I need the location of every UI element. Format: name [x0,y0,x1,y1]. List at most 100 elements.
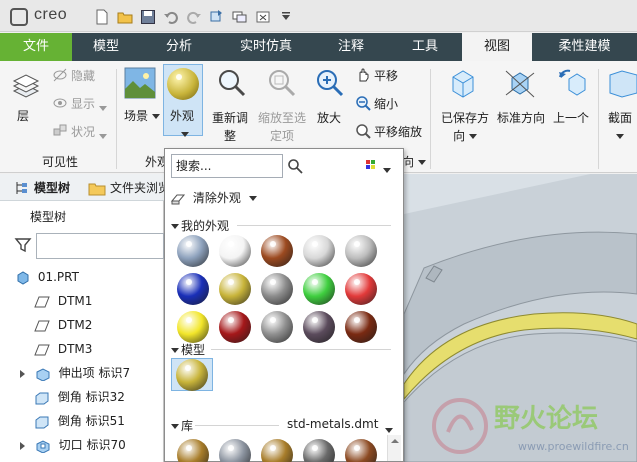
view-options-icon[interactable] [365,159,381,173]
tree-filter-input[interactable] [36,233,164,259]
appearance-swatch[interactable] [345,273,377,305]
library-appearance-swatch[interactable] [219,439,251,462]
show-dropdown-icon[interactable] [99,101,107,115]
show-button[interactable]: 显示 [71,95,95,112]
tree-item-cut-70[interactable]: 切口 标识70 [20,434,126,456]
appearance-sphere-icon[interactable] [167,68,199,100]
tree-item-dtm2[interactable]: DTM2 [34,314,92,336]
redo-icon[interactable] [186,9,202,25]
filter-icon[interactable] [14,236,32,254]
library-appearance-swatch[interactable] [177,439,209,462]
search-icon[interactable] [287,158,303,174]
pan-button[interactable]: 平移 [374,67,398,84]
tab-annotate[interactable]: 注释 [314,33,388,61]
appearance-swatch[interactable] [345,311,377,343]
layers-icon[interactable] [10,71,42,103]
scroll-up-icon[interactable] [388,436,402,446]
status-button[interactable]: 状况 [71,123,95,140]
view-options-dropdown-icon[interactable] [383,163,391,177]
hide-button[interactable]: 隐藏 [71,67,95,84]
layers-button[interactable]: 层 [17,107,29,124]
appearance-swatch[interactable] [303,311,335,343]
creo-logo: creo [10,6,84,28]
library-appearance-swatch[interactable] [303,439,335,462]
standard-orientation-button[interactable]: 标准方向 [497,109,545,126]
tab-model[interactable]: 模型 [72,33,140,61]
library-appearance-swatch[interactable] [261,439,293,462]
zoom-out-icon [356,96,371,111]
zoom-in-button[interactable]: 放大 [317,109,341,126]
clear-appearance-button[interactable]: 清除外观 [170,189,257,206]
appearance-gallery-popup: 搜索... 清除外观 我的外观 模型 库 std-metals.dmt [164,148,404,462]
tree-item-extrude-7[interactable]: 伸出项 标识7 [20,362,130,384]
library-file-select[interactable]: std-metals.dmt [287,417,378,431]
chamfer-feature-icon [35,392,49,404]
appearance-dropdown-icon[interactable] [181,127,189,141]
expand-arrow-icon[interactable] [20,441,25,450]
standard-orientation-icon[interactable] [504,67,536,99]
popup-scrollbar[interactable] [387,435,401,461]
reorient-icon[interactable] [216,67,248,99]
zoom-in-icon[interactable] [314,67,346,99]
previous-orientation-icon[interactable] [557,67,589,99]
group-orientation: 向 [402,153,426,170]
library-appearance-swatch[interactable] [345,439,377,462]
status-icon [53,124,67,136]
previous-orientation-button[interactable]: 上一个 [553,109,589,126]
model-appearances-header[interactable]: 模型 [171,341,397,358]
tab-view[interactable]: 视图 [462,33,532,61]
appearance-swatch[interactable] [177,311,209,343]
appearance-swatch[interactable] [177,273,209,305]
new-file-icon[interactable] [94,9,110,25]
undo-icon[interactable] [163,9,179,25]
windows-icon[interactable] [232,9,248,25]
expand-arrow-icon[interactable] [20,369,25,378]
my-appearances-header[interactable]: 我的外观 [171,217,397,234]
ribbon-separator [430,69,431,169]
tab-model-tree[interactable]: 模型树 [34,179,70,197]
appearance-search-input[interactable]: 搜索... [171,154,283,178]
tree-item-dtm1[interactable]: DTM1 [34,290,92,312]
saved-orientation-icon[interactable] [447,67,479,99]
cut-feature-icon [36,439,50,454]
appearance-swatch[interactable] [219,235,251,267]
section-icon[interactable] [606,67,637,99]
tree-item-chamfer-32[interactable]: 倒角 标识32 [34,386,125,408]
appearance-swatch[interactable] [261,273,293,305]
tree-item-chamfer-51[interactable]: 倒角 标识51 [34,410,125,432]
regenerate-icon[interactable] [209,9,225,25]
appearance-swatch[interactable] [219,311,251,343]
tree-item-root-part[interactable]: 01.PRT [16,266,79,288]
tab-folder-browser[interactable]: 文件夹浏览 [110,179,164,197]
tab-flexible-modeling[interactable]: 柔性建模 [532,33,637,61]
tab-file[interactable]: 文件 [0,33,72,61]
tab-analysis[interactable]: 分析 [140,33,218,61]
appearance-swatch[interactable] [261,311,293,343]
appearance-swatch[interactable] [303,235,335,267]
logo-text: creo [34,6,68,23]
scene-button[interactable]: 场景 [124,107,160,124]
status-dropdown-icon[interactable] [99,129,107,143]
save-icon[interactable] [140,9,156,25]
tab-live-simulation[interactable]: 实时仿真 [218,33,314,61]
appearance-swatch[interactable] [345,235,377,267]
tab-tools[interactable]: 工具 [388,33,462,61]
close-window-icon[interactable] [255,9,271,25]
open-folder-icon[interactable] [117,9,133,25]
appearance-swatch[interactable] [303,273,335,305]
zoom-to-selected-button[interactable]: 缩放至选 定项 [258,109,306,145]
tree-item-dtm3[interactable]: DTM3 [34,338,92,360]
saved-orientation-button[interactable]: 已保存方向 [441,109,489,145]
pan-zoom-button[interactable]: 平移缩放 [374,123,422,140]
customize-toolbar-icon[interactable] [278,9,294,25]
zoom-out-button[interactable]: 缩小 [374,95,398,112]
appearance-swatch[interactable] [261,235,293,267]
model-appearance-swatch[interactable] [176,359,208,391]
zoom-to-selected-icon[interactable] [266,67,298,99]
appearance-swatch[interactable] [219,273,251,305]
scene-icon[interactable] [124,67,156,99]
appearance-button[interactable]: 外观 [170,107,194,124]
appearance-swatch[interactable] [177,235,209,267]
reorient-button[interactable]: 重新调整 [212,109,248,145]
section-button[interactable]: 截面 [608,109,632,145]
